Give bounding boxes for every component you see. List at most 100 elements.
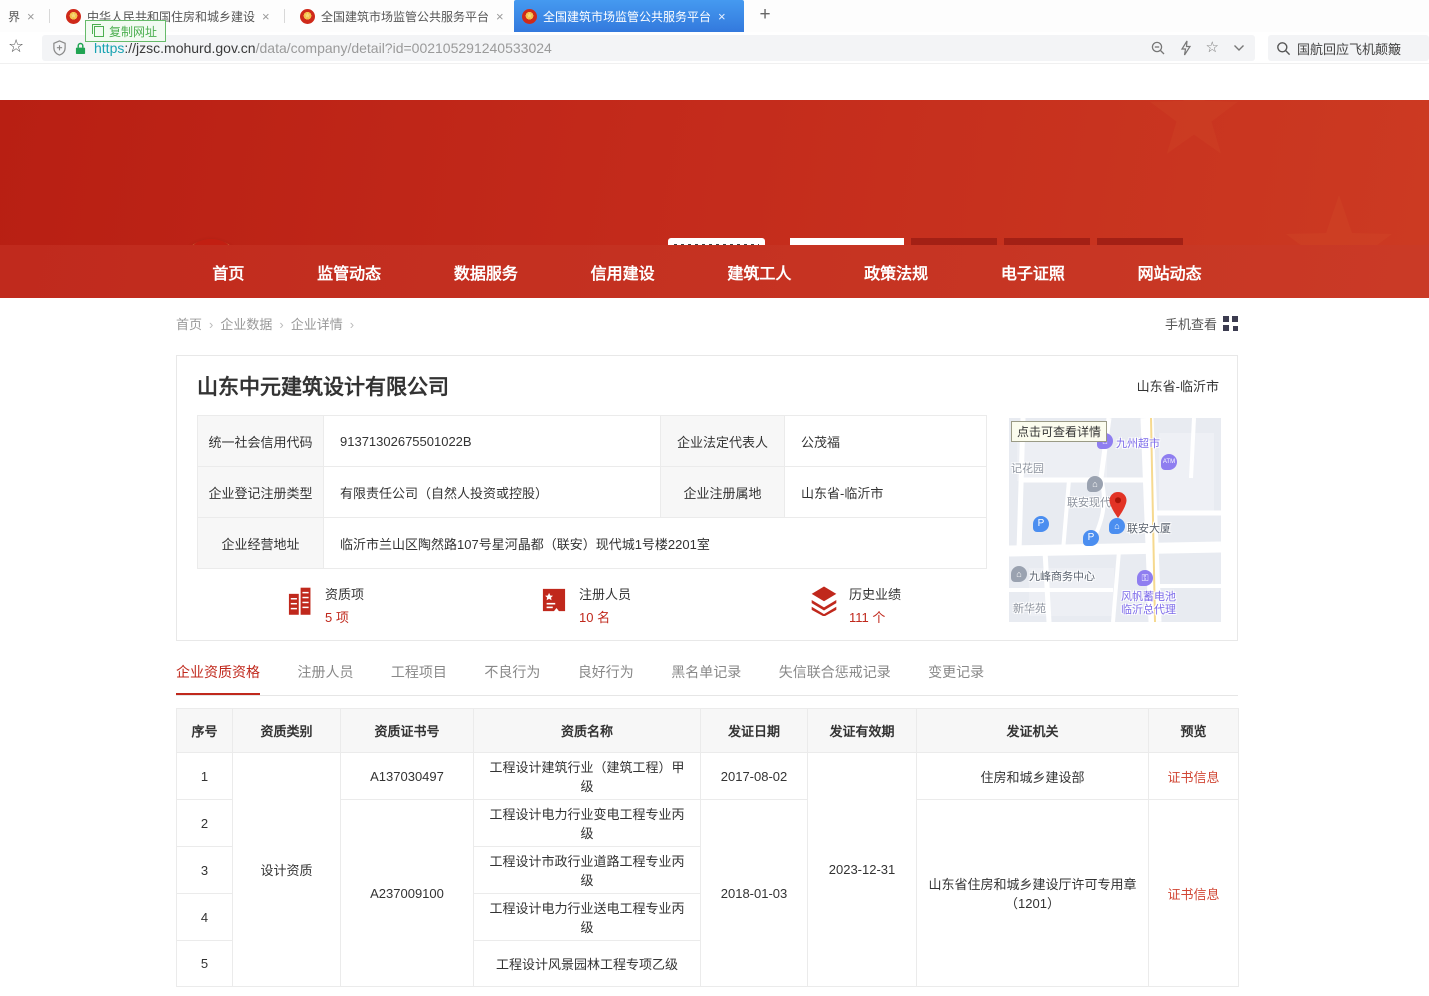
qualification-table: 序号 资质类别 资质证书号 资质名称 发证日期 发证有效期 发证机关 预览 1 …: [176, 708, 1239, 987]
map-label: 联安大厦: [1127, 520, 1171, 536]
stat-label: 历史业绩: [849, 584, 901, 603]
browser-tab-0[interactable]: 界 ×: [0, 0, 50, 32]
stat-performance[interactable]: 历史业绩111 个: [809, 584, 901, 626]
breadcrumb-company-data[interactable]: 企业数据: [220, 317, 272, 332]
search-category-tabs: 建设工程企业 从业人员 建设项目 诚信记录: [790, 238, 1237, 245]
close-icon[interactable]: ×: [718, 9, 726, 24]
issue-date: 2017-08-02: [701, 753, 808, 800]
business-address-value: 临沂市兰山区陶然路107号星河晶都（联安）现代城1号楼2201室: [324, 518, 987, 569]
tab-bad-behavior[interactable]: 不良行为: [484, 662, 540, 693]
search-tab-project[interactable]: 建设项目: [1004, 238, 1090, 245]
col-header: 发证日期: [701, 709, 808, 753]
stat-qualifications[interactable]: 资质项5 项: [285, 584, 364, 626]
map-pin-icon: [1109, 492, 1127, 518]
nav-data-service[interactable]: 数据服务: [454, 260, 518, 284]
nav-supervision[interactable]: 监管动态: [317, 260, 381, 284]
business-map-icon: ⌂: [1011, 566, 1027, 582]
copy-url-tooltip[interactable]: 复制网址: [85, 20, 166, 42]
tab-separator: [284, 9, 285, 23]
registered-region-value: 山东省-临沂市: [785, 467, 987, 518]
atm-map-icon: ATM: [1161, 454, 1177, 470]
col-header: 资质证书号: [341, 709, 474, 753]
map-label: 新华苑: [1013, 600, 1046, 616]
nav-workers[interactable]: 建筑工人: [727, 260, 791, 284]
close-icon[interactable]: ×: [262, 9, 270, 24]
browser-search-box[interactable]: 国航回应飞机颠簸: [1268, 35, 1429, 61]
row-no: 5: [177, 941, 233, 987]
map-label: 临沂总代理: [1121, 601, 1176, 617]
row-no: 2: [177, 800, 233, 847]
tab-good-behavior[interactable]: 良好行为: [578, 662, 634, 693]
tab-qualifications[interactable]: 企业资质资格: [176, 662, 260, 695]
close-icon[interactable]: ×: [27, 9, 35, 24]
col-header: 预览: [1149, 709, 1239, 753]
zoom-out-icon[interactable]: [1150, 40, 1166, 56]
atm-label: ATM: [1163, 459, 1175, 465]
issue-date: 2018-01-03: [701, 800, 808, 987]
new-tab-button[interactable]: +: [752, 3, 778, 29]
valid-until: 2023-12-31: [808, 753, 917, 987]
tab-projects[interactable]: 工程项目: [391, 662, 447, 693]
cert-no: A137030497: [341, 753, 474, 800]
search-tab-personnel[interactable]: 从业人员: [911, 238, 997, 245]
issuing-authority: 住房和城乡建设部: [917, 753, 1149, 800]
tab-registered-personnel[interactable]: 注册人员: [297, 662, 353, 693]
tab-title: 全国建筑市场监管公共服务平台: [321, 8, 489, 25]
certificate-info-link[interactable]: 证书信息: [1167, 887, 1219, 902]
qualification-name: 工程设计电力行业变电工程专业丙级: [474, 800, 701, 847]
address-field[interactable]: https://jzsc.mohurd.gov.cn/data/company/…: [42, 35, 1255, 61]
header-search-zone: 建设工程企业 从业人员 建设项目 诚信记录 搜索: [790, 238, 1237, 245]
bookmark-star-icon[interactable]: ☆: [8, 36, 24, 57]
stat-registered-personnel[interactable]: 注册人员 10 名: [539, 584, 631, 626]
building-icon: [285, 584, 315, 616]
info-label: 企业注册属地: [661, 467, 785, 518]
favorite-star-icon[interactable]: ☆: [1206, 40, 1219, 56]
tab-dishonesty[interactable]: 失信联合惩戒记录: [779, 662, 891, 693]
tower-map-icon: ⌂: [1109, 518, 1125, 534]
flash-save-icon[interactable]: [1180, 40, 1192, 56]
tab-title: 界: [8, 8, 20, 25]
mobile-view-link[interactable]: 手机查看: [1165, 314, 1238, 333]
qr-code-icon: [1223, 316, 1238, 331]
building-map-icon: ⌂: [1087, 476, 1103, 492]
emblem-favicon-icon: [66, 9, 81, 24]
search-tab-enterprise[interactable]: 建设工程企业: [790, 238, 904, 245]
breadcrumb-home[interactable]: 首页: [176, 317, 202, 332]
info-label: 企业法定代表人: [661, 416, 785, 467]
layers-icon: [809, 584, 839, 616]
url-host: ://jzsc.mohurd.gov.cn: [124, 40, 255, 56]
browser-tab-2[interactable]: 全国建筑市场监管公共服务平台 ×: [292, 0, 512, 32]
close-icon[interactable]: ×: [496, 9, 504, 24]
nav-site-news[interactable]: 网站动态: [1138, 260, 1202, 284]
chevron-down-icon[interactable]: [1233, 44, 1245, 52]
nav-policy[interactable]: 政策法规: [864, 260, 928, 284]
nav-credit[interactable]: 信用建设: [591, 260, 655, 284]
header-qr-code: S: [668, 238, 765, 245]
location-map[interactable]: 点击可查看详情 ⌂ 九州超市 ATM 记花园 ⌂ 联安现代城 P P ⌂ 联安大…: [1009, 418, 1221, 622]
credit-code-value: 91371302675501022B: [324, 416, 661, 467]
nav-home[interactable]: 首页: [212, 260, 244, 284]
detail-section-tabs: 企业资质资格 注册人员 工程项目 不良行为 良好行为 黑名单记录 失信联合惩戒记…: [176, 662, 1238, 696]
map-tooltip: 点击可查看详情: [1011, 421, 1107, 442]
copy-url-label: 复制网址: [109, 23, 157, 40]
tab-separator: [49, 9, 50, 23]
browser-tab-active[interactable]: 全国建筑市场监管公共服务平台 ×: [514, 0, 744, 32]
tab-blacklist[interactable]: 黑名单记录: [671, 662, 741, 693]
breadcrumb: 首页›企业数据›企业详情›: [176, 314, 361, 333]
tab-title: 全国建筑市场监管公共服务平台: [543, 8, 711, 25]
flag-star-decoration: [1279, 190, 1399, 245]
company-card: 山东中元建筑设计有限公司 山东省-临沂市 统一社会信用代码 9137130267…: [176, 355, 1238, 641]
stat-label: 注册人员: [579, 584, 631, 603]
certificate-info-link[interactable]: 证书信息: [1167, 770, 1219, 785]
browser-search-text: 国航回应飞机颠簸: [1297, 39, 1401, 58]
nav-e-cert[interactable]: 电子证照: [1001, 260, 1065, 284]
breadcrumb-company-detail[interactable]: 企业详情: [291, 317, 343, 332]
info-label: 企业经营地址: [198, 518, 324, 569]
qualification-category: 设计资质: [233, 753, 341, 987]
cert-no: A237009100: [341, 800, 474, 987]
search-tab-credit[interactable]: 诚信记录: [1097, 238, 1183, 245]
company-name: 山东中元建筑设计有限公司: [197, 371, 449, 401]
url-path: /data/company/detail?id=0021052912405330…: [256, 40, 552, 56]
stat-value: 10 名: [579, 607, 631, 626]
tab-changes[interactable]: 变更记录: [928, 662, 984, 693]
